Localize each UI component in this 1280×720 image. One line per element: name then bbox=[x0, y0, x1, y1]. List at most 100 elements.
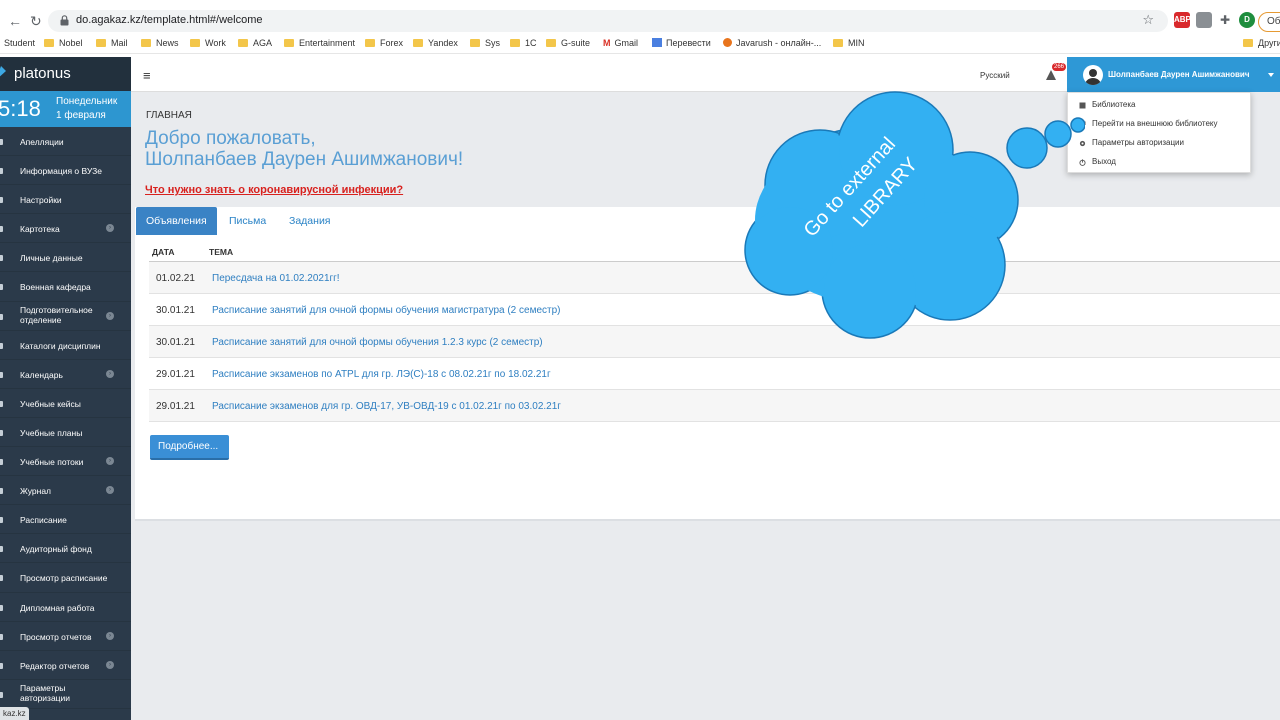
tab-letters[interactable]: Письма bbox=[219, 207, 276, 235]
row-topic-link[interactable]: Расписание занятий для очной формы обуче… bbox=[212, 337, 543, 348]
menu-item-icon bbox=[0, 371, 3, 378]
sidebar-item[interactable]: Расписание bbox=[0, 505, 131, 535]
page-title: Добро пожаловать, Шолпанбаев Даурен Ашим… bbox=[145, 128, 464, 170]
clock-date: 1 февраля bbox=[56, 110, 106, 121]
tab-tasks[interactable]: Задания bbox=[279, 207, 341, 235]
user-menu-button[interactable]: Шолпанбаев Даурен Ашимжанович bbox=[1067, 57, 1280, 92]
reload-icon[interactable]: ↻ bbox=[30, 13, 42, 30]
folder-icon bbox=[190, 39, 200, 47]
chevron-icon: › bbox=[106, 224, 114, 233]
bookmark-star-icon[interactable]: ☆ bbox=[1142, 12, 1154, 28]
bookmark-item[interactable]: Javarush - онлайн-... bbox=[723, 38, 821, 48]
chevron-icon: › bbox=[106, 369, 114, 378]
sidebar-item[interactable]: Картотека › bbox=[0, 214, 131, 244]
sidebar-item[interactable]: Каталоги дисциплин bbox=[0, 331, 131, 360]
bookmark-item[interactable]: AGA bbox=[238, 38, 272, 48]
menu-item-icon bbox=[0, 429, 3, 436]
folder-icon bbox=[470, 39, 480, 47]
bookmark-item[interactable]: Work bbox=[190, 38, 226, 48]
dropdown-item-auth-settings[interactable]: Параметры авторизации bbox=[1068, 134, 1252, 153]
sidebar-item-label: Журнал bbox=[20, 486, 52, 497]
javarush-icon bbox=[723, 38, 732, 47]
dropdown-item-library[interactable]: Библиотека bbox=[1068, 96, 1252, 115]
sidebar-item[interactable]: Параметры авторизации bbox=[0, 680, 131, 709]
sidebar-item-label: Настройки bbox=[20, 195, 62, 206]
menu-item-icon bbox=[0, 633, 3, 640]
folder-icon bbox=[833, 39, 843, 47]
sidebar-item[interactable]: Учебные потоки › bbox=[0, 447, 131, 477]
folder-icon bbox=[96, 39, 106, 47]
dropdown-item-logout[interactable]: Выход bbox=[1068, 153, 1252, 172]
sidebar-item[interactable]: Личные данные bbox=[0, 243, 131, 273]
url-text: do.agakaz.kz/template.html#/welcome bbox=[76, 14, 263, 26]
profile-icon[interactable]: D bbox=[1239, 12, 1255, 28]
abp-icon[interactable]: ABP bbox=[1174, 12, 1191, 28]
chevron-icon: › bbox=[106, 631, 114, 640]
row-date: 29.01.21 bbox=[156, 369, 195, 380]
bookmark-item[interactable]: Перевести bbox=[652, 38, 711, 48]
status-tooltip: kaz.kz bbox=[0, 707, 29, 720]
bookmark-item[interactable]: M Gmail bbox=[603, 38, 638, 48]
row-topic-link[interactable]: Расписание экзаменов по ATPL для гр. ЛЭ(… bbox=[212, 369, 551, 380]
row-topic-link[interactable]: Расписание занятий для очной формы обуче… bbox=[212, 305, 561, 316]
bookmark-other[interactable]: Други bbox=[1243, 38, 1280, 48]
logo-area[interactable]: platonus bbox=[0, 57, 131, 91]
sidebar-item-label: Аудиторный фонд bbox=[20, 544, 92, 555]
sidebar-item[interactable]: Аудиторный фонд bbox=[0, 534, 131, 564]
sidebar-item[interactable]: Подготовительное отделение › bbox=[0, 302, 131, 331]
back-icon[interactable]: ← bbox=[8, 13, 22, 29]
top-bar: ≡ Русский 266 Шолпанбаев Даурен Ашимжано… bbox=[131, 57, 1280, 92]
sidebar-item[interactable]: Журнал › bbox=[0, 476, 131, 506]
dropdown-item-external-library[interactable]: Перейти на внешнюю библиотеку bbox=[1068, 115, 1252, 134]
menu-item-icon bbox=[0, 691, 3, 698]
menu-item-icon bbox=[0, 226, 3, 233]
sidebar-item[interactable]: Редактор отчетов › bbox=[0, 651, 131, 680]
menu-item-icon bbox=[0, 255, 3, 262]
bookmark-item[interactable]: G-suite bbox=[546, 38, 590, 48]
row-topic-link[interactable]: Пересдача на 01.02.2021гг! bbox=[212, 273, 340, 284]
row-topic-link[interactable]: Расписание экзаменов для гр. ОВД-17, УВ-… bbox=[212, 401, 561, 412]
sidebar-item[interactable]: Просмотр расписание bbox=[0, 563, 131, 593]
bookmark-item[interactable]: Forex bbox=[365, 38, 403, 48]
bookmark-item[interactable]: News bbox=[141, 38, 179, 48]
bookmark-item[interactable]: Sys bbox=[470, 38, 500, 48]
covid-info-link[interactable]: Что нужно знать о коронавирусной инфекци… bbox=[145, 184, 403, 196]
screen-icon[interactable] bbox=[1196, 12, 1212, 28]
folder-icon bbox=[510, 39, 520, 47]
sidebar-item[interactable]: Информация о ВУЗе bbox=[0, 156, 131, 186]
profile-pill[interactable]: Об bbox=[1258, 12, 1280, 32]
bookmark-item[interactable]: Student bbox=[4, 38, 35, 48]
row-date: 30.01.21 bbox=[156, 337, 195, 348]
sidebar-item[interactable]: Календарь › bbox=[0, 360, 131, 389]
bookmark-item[interactable]: Yandex bbox=[413, 38, 458, 48]
bookmark-item[interactable]: MIN bbox=[833, 38, 865, 48]
sidebar-item[interactable]: Апелляции bbox=[0, 127, 131, 157]
breadcrumb: ГЛАВНАЯ bbox=[146, 110, 192, 121]
sidebar-item[interactable]: Настройки bbox=[0, 185, 131, 215]
bookmark-item[interactable]: Nobel bbox=[44, 38, 83, 48]
language-selector[interactable]: Русский bbox=[980, 71, 1010, 80]
sidebar-item[interactable]: Просмотр отчетов › bbox=[0, 622, 131, 651]
menu-item-icon bbox=[0, 517, 3, 524]
bookmark-item[interactable]: Mail bbox=[96, 38, 128, 48]
address-bar[interactable]: do.agakaz.kz/template.html#/welcome ☆ bbox=[48, 10, 1168, 32]
more-button[interactable]: Подробнее... bbox=[150, 435, 229, 460]
row-date: 29.01.21 bbox=[156, 401, 195, 412]
notification-badge: 266 bbox=[1052, 63, 1067, 71]
folder-icon bbox=[1243, 39, 1253, 47]
puzzle-icon[interactable]: ✚ bbox=[1217, 12, 1233, 28]
bookmark-item[interactable]: 1C bbox=[510, 38, 537, 48]
sidebar-item[interactable]: Дипломная работа bbox=[0, 593, 131, 622]
menu-item-icon bbox=[0, 662, 3, 669]
user-name: Шолпанбаев Даурен Ашимжанович bbox=[1108, 70, 1250, 79]
sidebar-item[interactable]: Учебные кейсы bbox=[0, 389, 131, 418]
translate-icon bbox=[652, 38, 662, 47]
avatar bbox=[1083, 65, 1103, 85]
sidebar-item[interactable]: Учебные планы bbox=[0, 418, 131, 448]
hamburger-menu-icon[interactable]: ≡ bbox=[143, 68, 151, 83]
sidebar-item[interactable]: Военная кафедра bbox=[0, 272, 131, 302]
folder-icon bbox=[141, 39, 151, 47]
bookmark-item[interactable]: Entertainment bbox=[284, 38, 355, 48]
tab-announcements[interactable]: Объявления bbox=[136, 207, 217, 235]
folder-icon bbox=[44, 39, 54, 47]
